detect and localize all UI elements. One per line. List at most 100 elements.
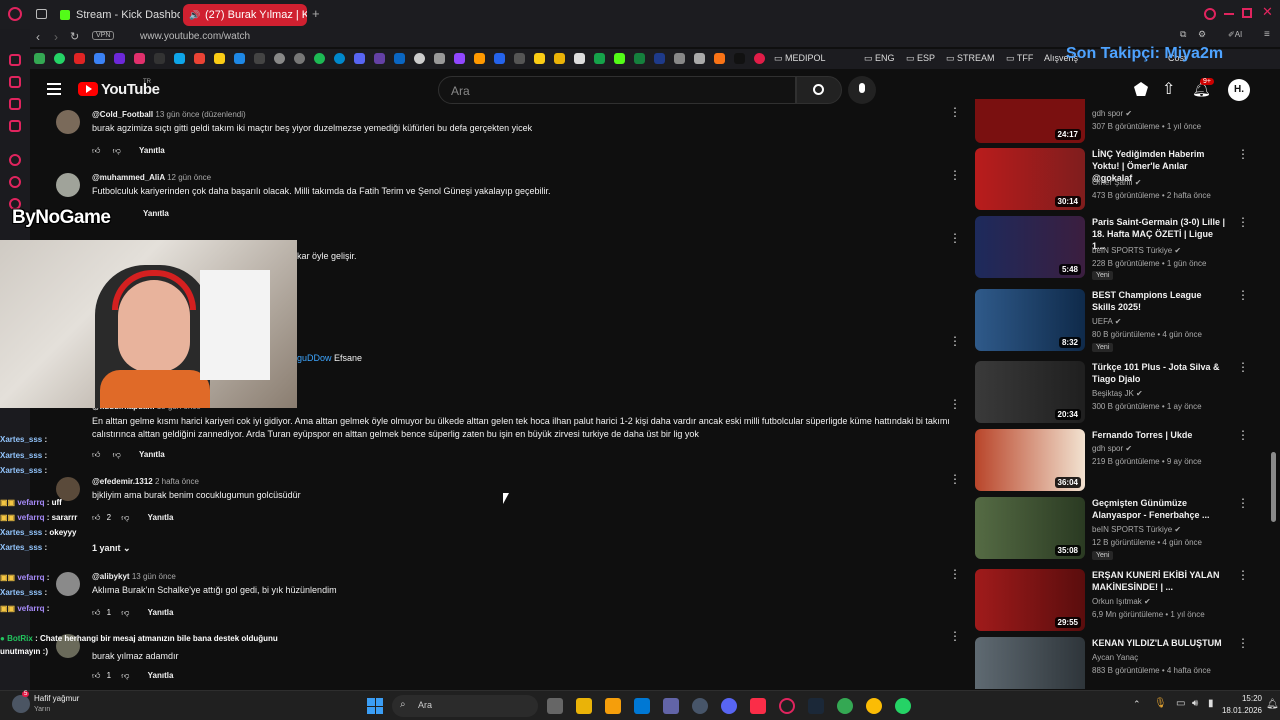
discord-taskbar-icon[interactable] (721, 698, 737, 714)
recommended-video[interactable]: 36:04 Fernando Torres | Ukde gdh spor ✔ … (975, 429, 1249, 493)
recommended-video[interactable]: 8:32 BEST Champions League Skills 2025! … (975, 289, 1249, 353)
comment-avatar[interactable] (56, 173, 80, 197)
bookmark-icon[interactable] (574, 53, 585, 64)
video-thumbnail[interactable]: 5:48 (975, 216, 1085, 278)
easy-setup-icon[interactable]: ⚙ (1198, 29, 1206, 40)
url-text[interactable]: www.youtube.com/watch (140, 31, 250, 42)
whatsapp-taskbar-icon[interactable] (895, 698, 911, 714)
comment-author[interactable]: @Cold_Football 13 gün önce (düzenlendi) (92, 110, 246, 119)
like-icon[interactable]: 👍︎ (92, 671, 100, 680)
video-thumbnail[interactable]: 24:17 (975, 99, 1085, 143)
comment-more-icon[interactable]: ⋮ (949, 568, 961, 580)
video-more-icon[interactable]: ⋮ (1237, 216, 1249, 228)
bookmark-icon[interactable] (414, 53, 425, 64)
comment-more-icon[interactable]: ⋮ (949, 473, 961, 485)
bookmark-icon[interactable] (274, 53, 285, 64)
video-title[interactable]: BEST Champions League Skills 2025! (1092, 289, 1227, 313)
menu-icon[interactable]: ≡ (1264, 29, 1270, 40)
video-title[interactable]: Fernando Torres | Ukde (1092, 429, 1227, 441)
bookmark-icon[interactable] (634, 53, 645, 64)
video-channel[interactable]: Beşiktaş JK ✔ (1092, 389, 1143, 398)
chrome-taskbar-icon[interactable] (837, 698, 853, 714)
taskbar-search[interactable]: ⌕ Ara (392, 695, 538, 717)
telegram-icon[interactable] (334, 53, 345, 64)
comment-more-icon[interactable]: ⋮ (949, 630, 961, 642)
search-button[interactable] (796, 76, 842, 104)
comment-more-icon[interactable]: ⋮ (949, 169, 961, 181)
video-thumbnail[interactable]: 36:04 (975, 429, 1085, 491)
notification-center-icon[interactable]: 🔔︎ (1266, 699, 1279, 710)
comment-avatar[interactable] (56, 110, 80, 134)
bookmark-icon[interactable] (534, 53, 545, 64)
video-channel[interactable]: beIN SPORTS Türkiye ✔ (1092, 525, 1181, 534)
workspace-icon[interactable] (36, 9, 47, 19)
x-icon[interactable] (154, 53, 165, 64)
video-more-icon[interactable]: ⋮ (1237, 429, 1249, 441)
volume-icon[interactable]: 🔊︎ (1192, 698, 1198, 709)
bookmark-icon[interactable] (514, 53, 525, 64)
bookmark-folder-eng[interactable]: ▭ ENG (864, 53, 895, 64)
bookmark-icon[interactable] (234, 53, 245, 64)
video-more-icon[interactable]: ⋮ (1237, 361, 1249, 373)
search-input[interactable]: Ara (438, 76, 796, 104)
weather-title[interactable]: Hafif yağmur (34, 694, 79, 703)
video-channel[interactable]: beIN SPORTS Türkiye ✔ (1092, 246, 1181, 255)
video-thumbnail[interactable]: 35:08 (975, 497, 1085, 559)
spotify-icon[interactable] (314, 53, 325, 64)
messenger-icon[interactable] (94, 53, 105, 64)
teams-icon[interactable] (663, 698, 679, 714)
aria-ai-icon[interactable]: ✐AI (1228, 30, 1242, 39)
sidebar-app-icon[interactable] (9, 76, 21, 88)
comment-more-icon[interactable]: ⋮ (949, 106, 961, 118)
scrollbar-thumb[interactable] (1271, 452, 1276, 522)
settings-icon[interactable] (692, 698, 708, 714)
bookmark-icon[interactable] (434, 53, 445, 64)
youtube-logo-icon[interactable] (78, 82, 98, 96)
video-more-icon[interactable]: ⋮ (1237, 569, 1249, 581)
comment-more-icon[interactable]: ⋮ (949, 232, 961, 244)
sidebar-app-icon[interactable] (9, 120, 21, 132)
tab-youtube[interactable]: 🔊 (27) Burak Yılmaz | Kra (183, 4, 307, 26)
drive-icon[interactable] (214, 53, 225, 64)
reload-icon[interactable]: ↻ (70, 30, 79, 43)
bookmark-folder-medipol[interactable]: ▭ MEDIPOL (774, 53, 826, 64)
start-button[interactable] (367, 698, 383, 714)
chrome-taskbar-icon[interactable] (866, 698, 882, 714)
menu-icon[interactable] (47, 83, 61, 95)
store-icon[interactable] (576, 698, 592, 714)
kick-bookmark-icon[interactable] (614, 53, 625, 64)
opera-logo-icon[interactable] (8, 7, 22, 21)
recommended-video[interactable]: 5:48 Paris Saint-Germain (3-0) Lille | 1… (975, 216, 1249, 280)
account-avatar[interactable]: H. (1228, 79, 1250, 101)
outlook-icon[interactable] (634, 698, 650, 714)
comment-more-icon[interactable]: ⋮ (949, 398, 961, 410)
twitch-icon[interactable] (374, 53, 385, 64)
discord-icon[interactable] (114, 53, 125, 64)
video-title[interactable]: Geçmişten Günümüze Alanyaspor - Fenerbah… (1092, 497, 1227, 521)
video-thumbnail[interactable]: 8:32 (975, 289, 1085, 351)
recommended-video[interactable]: 35:08 Geçmişten Günümüze Alanyaspor - Fe… (975, 497, 1249, 561)
reply-button[interactable]: Yanıtla (139, 146, 165, 155)
upload-icon[interactable]: ⇧ (1162, 79, 1175, 99)
extensions-icon[interactable]: ⧉ (1180, 29, 1186, 40)
steam-icon[interactable] (654, 53, 665, 64)
bookmark-icon[interactable] (754, 53, 765, 64)
bookmark-icon[interactable] (454, 53, 465, 64)
bookmark-icon[interactable] (294, 53, 305, 64)
dislike-icon[interactable]: 👎︎ (113, 146, 121, 155)
video-title[interactable]: KENAN YILDIZ'LA BULUŞTUM (1092, 637, 1227, 649)
sidebar-app-icon[interactable] (9, 176, 21, 188)
bookmark-icon[interactable] (674, 53, 685, 64)
amazon-icon[interactable] (474, 53, 485, 64)
tray-overflow-icon[interactable]: ⌃ (1133, 699, 1141, 710)
music-icon[interactable] (750, 698, 766, 714)
gmail-icon[interactable] (194, 53, 205, 64)
tab-kick-dashboard[interactable]: Stream - Kick Dashboard (54, 4, 180, 26)
clock-time[interactable]: 15:20 (1222, 694, 1262, 703)
linkedin-icon[interactable] (394, 53, 405, 64)
video-channel[interactable]: Ömer Şanlı ✔ (1092, 178, 1141, 187)
mic-tray-icon[interactable]: 🎙︎ (1154, 698, 1167, 709)
bookmark-icon[interactable] (254, 53, 265, 64)
bookmark-icon[interactable] (594, 53, 605, 64)
page-scrollbar[interactable] (1271, 100, 1276, 690)
